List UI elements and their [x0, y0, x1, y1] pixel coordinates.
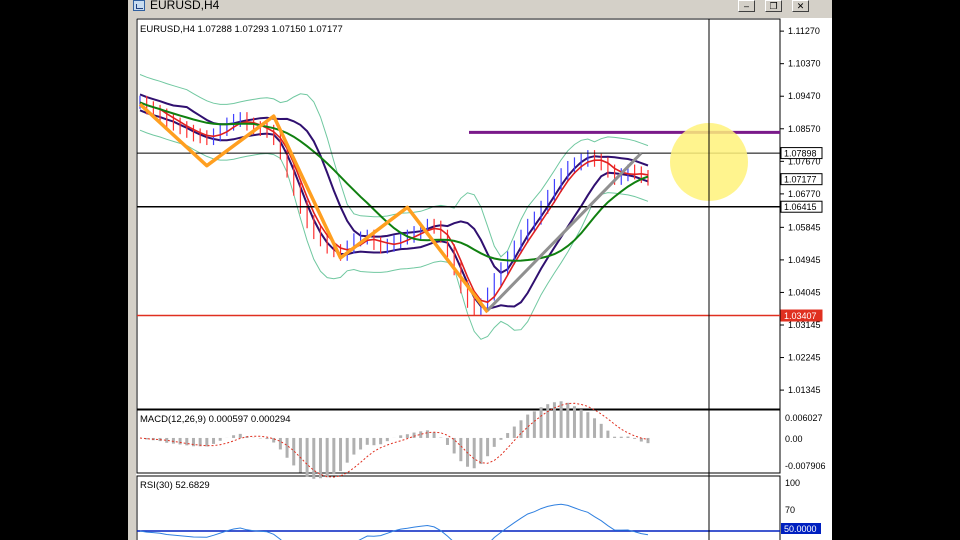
y-axis-tick-label: 1.10370: [788, 59, 821, 69]
main-panel-frame: [136, 18, 781, 410]
price-tag-label: 1.06415: [784, 202, 817, 212]
rsi-tick-100: 100: [785, 478, 800, 488]
price-chart[interactable]: EURUSD,H4 1.07288 1.07293 1.07150 1.0717…: [136, 18, 832, 540]
rsi-level-tag: 50.0000: [784, 524, 817, 534]
chart-window-icon: [133, 0, 145, 11]
main-panel-header: EURUSD,H4 1.07288 1.07293 1.07150 1.0717…: [140, 24, 343, 35]
rsi-panel-header: RSI(30) 52.6829: [140, 480, 210, 491]
y-axis-tick-label: 1.04045: [788, 287, 821, 297]
y-axis-tick-label: 1.08570: [788, 124, 821, 134]
macd-tick-min: -0.007906: [785, 461, 826, 471]
macd-panel-header: MACD(12,26,9) 0.000597 0.000294: [140, 414, 291, 425]
y-axis-tick-label: 1.11270: [788, 26, 820, 36]
window-title: EURUSD,H4: [150, 0, 220, 12]
y-axis-tick-label: 1.04945: [788, 255, 821, 265]
y-axis-tick-label: 1.05845: [788, 222, 821, 232]
chart-window: EURUSD,H4 ‒ ❐ ✕ EURUSD,H4 1.07288 1.0729…: [128, 0, 832, 540]
chart-area[interactable]: EURUSD,H4 1.07288 1.07293 1.07150 1.0717…: [136, 18, 832, 540]
y-axis-tick-label: 1.09470: [788, 91, 821, 101]
rsi-tick-70: 70: [785, 505, 795, 515]
y-axis-tick-label: 1.06770: [788, 189, 821, 199]
price-tag-label: 1.07898: [784, 149, 817, 159]
macd-tick-max: 0.006027: [785, 413, 823, 423]
restore-button[interactable]: ❐: [765, 0, 782, 12]
y-axis-tick-label: 1.01345: [788, 385, 821, 395]
window-titlebar[interactable]: EURUSD,H4 ‒ ❐ ✕: [128, 0, 832, 14]
close-button[interactable]: ✕: [792, 0, 809, 12]
price-tag-label: 1.03407: [784, 311, 817, 321]
minimize-button[interactable]: ‒: [738, 0, 755, 12]
macd-tick-zero: 0.00: [785, 434, 803, 444]
price-tag-label: 1.07177: [784, 175, 817, 185]
y-axis-tick-label: 1.02245: [788, 353, 821, 363]
